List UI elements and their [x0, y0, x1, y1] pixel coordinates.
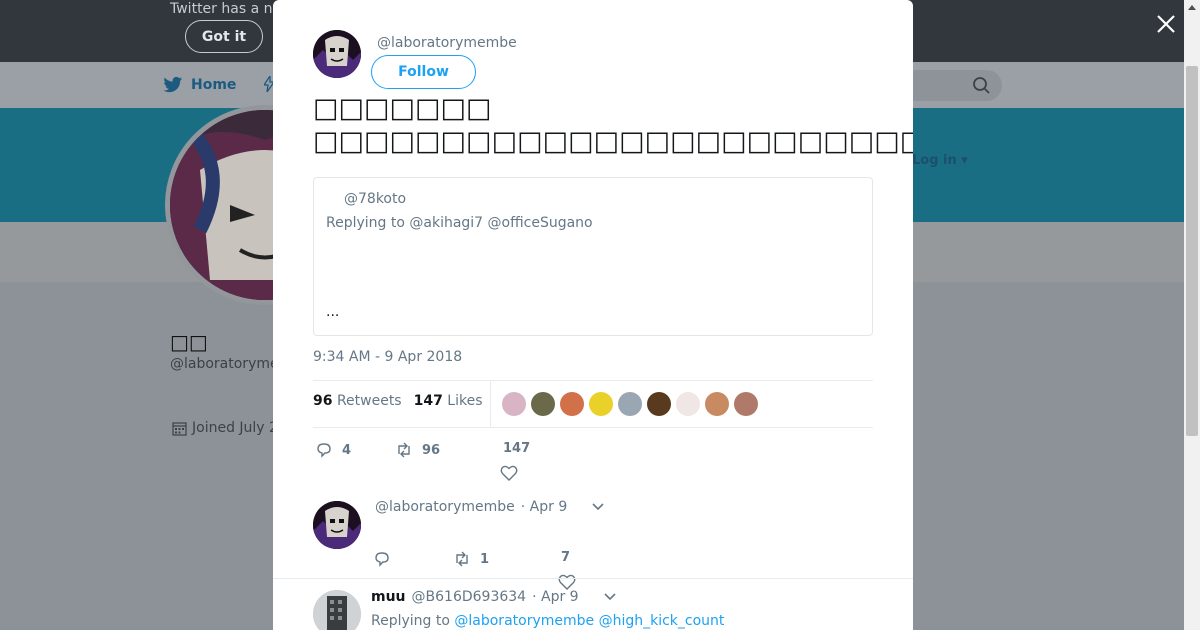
login-label: Log in [912, 153, 957, 168]
liker-avatar[interactable] [705, 392, 729, 416]
liker-avatar[interactable] [676, 392, 700, 416]
retweet-action[interactable]: 96 [395, 441, 440, 459]
liker-avatar[interactable] [647, 392, 671, 416]
notice-text: Twitter has a n [170, 1, 273, 17]
likes-count: 147 [413, 393, 443, 409]
reply2-replying-prefix: Replying to [371, 613, 450, 629]
liker-avatar[interactable] [560, 392, 584, 416]
retweets-count: 96 [313, 393, 333, 409]
reply-icon [375, 552, 389, 567]
quoted-tweet[interactable]: @78koto Replying to @akihagi7 @officeSug… [313, 177, 873, 336]
stats-divider-top [313, 380, 873, 381]
reply1-like-action[interactable]: 7 [561, 550, 570, 565]
quoted-tweet-handle: @78koto [344, 191, 407, 207]
reply2-author-avatar[interactable] [313, 590, 361, 630]
liker-avatar[interactable] [531, 392, 555, 416]
tweet-author-avatar[interactable] [313, 30, 361, 78]
tweet-actions: 4 96 147 [313, 440, 873, 484]
search-icon[interactable] [972, 76, 992, 96]
retweet-count: 96 [422, 442, 441, 458]
liker-avatar[interactable] [618, 392, 642, 416]
reply2-author-name[interactable]: muu [371, 589, 406, 605]
like-count: 147 [503, 441, 531, 456]
follow-button[interactable]: Follow [371, 55, 476, 89]
close-icon[interactable] [1155, 13, 1177, 35]
tweet-timestamp[interactable]: 9:34 AM - 9 Apr 2018 [313, 349, 462, 365]
reply2-mention-1[interactable]: @laboratorymembe [454, 613, 594, 629]
scroll-thumb[interactable] [1186, 66, 1198, 436]
liker-avatar[interactable] [502, 392, 526, 416]
profile-name: □□ [170, 330, 208, 354]
reply2-replying-to: Replying to @laboratorymembe @high_kick_… [371, 613, 724, 629]
nav-home[interactable]: Home [163, 76, 236, 94]
reply2-header: muu @B616D693634 · Apr 9 [371, 589, 617, 605]
reply-icon [317, 443, 331, 458]
tweet-stats: 96 Retweets 147 Likes [313, 393, 483, 409]
reply-date[interactable]: · Apr 9 [521, 499, 567, 515]
reply2-date[interactable]: · Apr 9 [532, 589, 578, 605]
login-menu[interactable]: Log in ▾ [912, 153, 968, 168]
likes-label: Likes [447, 393, 483, 409]
liker-avatar[interactable] [589, 392, 613, 416]
reply-count: 4 [342, 442, 352, 458]
retweets-label: Retweets [336, 393, 402, 409]
page-scrollbar[interactable] [1184, 0, 1200, 630]
reply-author-avatar[interactable] [313, 501, 361, 549]
reply1-like-count: 7 [561, 550, 571, 565]
retweet-icon [456, 551, 468, 567]
reply-action[interactable]: 4 [315, 441, 351, 459]
reply1-retweet-action[interactable]: 1 [453, 550, 489, 568]
retweet-icon [398, 442, 410, 458]
joined-text: Joined July 2 [192, 420, 278, 436]
likes-stat[interactable]: 147 Likes [414, 393, 483, 409]
scroll-up-arrow[interactable] [1188, 5, 1196, 10]
quoted-tweet-ellipsis: ... [326, 304, 340, 320]
reply-header: @laboratorymembe · Apr 9 [375, 499, 605, 515]
chevron-down-icon[interactable] [603, 592, 617, 602]
reply1-retweet-count: 1 [480, 551, 490, 567]
tweet-text: □□□□□□□ □□□□□□□□□□□□□□□□□□□□□□□□□□□□□□□□… [313, 93, 913, 157]
stats-divider-bottom [313, 427, 873, 428]
calendar-icon [172, 421, 187, 436]
got-it-button[interactable]: Got it [185, 20, 263, 53]
likers-avatars [502, 392, 758, 416]
reply2-author-handle[interactable]: @B616D693634 [412, 589, 527, 605]
reply-author-handle[interactable]: @laboratorymembe [375, 499, 515, 515]
retweets-stat[interactable]: 96 Retweets [313, 393, 402, 409]
tweet-author-handle[interactable]: @laboratorymembe [377, 35, 517, 51]
quoted-tweet-replying: Replying to @akihagi7 @officeSugano [326, 215, 593, 231]
twitter-bird-icon [163, 76, 183, 93]
tweet-modal: @laboratorymembe Follow □□□□□□□ □□□□□□□□… [273, 0, 913, 630]
joined-date: Joined July 2 [172, 420, 278, 436]
reply-divider [273, 578, 913, 579]
chevron-down-icon[interactable] [591, 502, 605, 512]
heart-icon[interactable] [500, 464, 518, 482]
nav-home-label: Home [191, 77, 237, 93]
stats-separator [490, 381, 491, 427]
like-count-wrap: 147 [503, 441, 530, 456]
liker-avatar[interactable] [734, 392, 758, 416]
reply2-mention-2[interactable]: @high_kick_count [599, 613, 725, 629]
reply1-reply-action[interactable] [373, 550, 400, 568]
profile-handle: @laboratoryme [170, 356, 279, 372]
